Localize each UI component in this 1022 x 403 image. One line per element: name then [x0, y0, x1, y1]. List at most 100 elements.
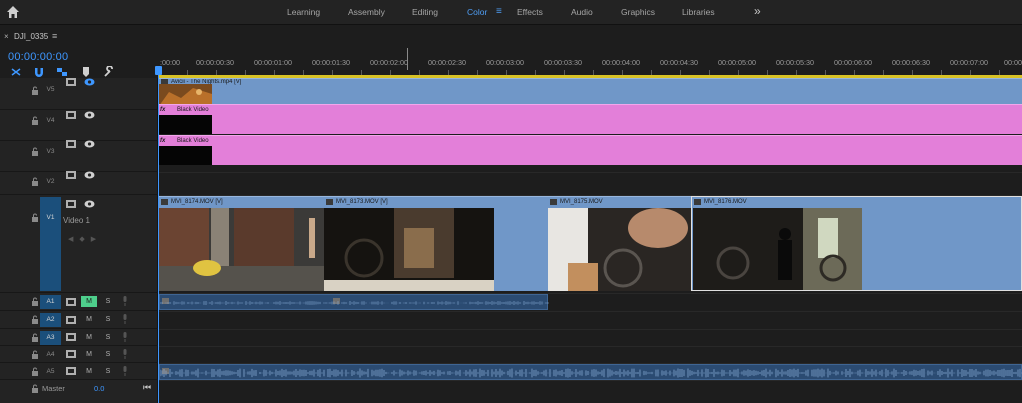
microphone-icon[interactable] [122, 314, 128, 324]
tab-graphics[interactable]: Graphics [621, 7, 655, 17]
audio-sync-icon[interactable] [66, 350, 76, 358]
video-clip[interactable]: MVI_8175.MOV [548, 196, 691, 291]
black-video-clip[interactable]: fx Black Video [159, 104, 1022, 134]
track-id[interactable]: V5 [40, 86, 61, 93]
track-id-targeted[interactable]: V1 [40, 197, 61, 291]
video-clip-gap[interactable] [494, 196, 548, 291]
master-volume-value[interactable]: 0.0 [94, 384, 104, 393]
go-to-end-icon[interactable]: ⏮ [143, 382, 151, 393]
add-marker-icon[interactable] [80, 66, 92, 78]
tab-libraries[interactable]: Libraries [682, 7, 715, 17]
track-header-a3[interactable]: A3 M S [0, 329, 158, 346]
eye-icon[interactable] [84, 78, 95, 86]
mute-button[interactable]: M [81, 314, 97, 325]
track-header-a2[interactable]: A2 M S [0, 311, 158, 329]
film-icon[interactable] [66, 78, 76, 86]
home-icon[interactable] [6, 5, 20, 19]
mute-button[interactable]: M [81, 349, 97, 360]
lock-icon[interactable] [31, 147, 39, 156]
nest-sequence-icon[interactable] [10, 66, 22, 78]
playhead-line[interactable] [158, 68, 159, 403]
linked-selection-icon[interactable] [56, 66, 68, 78]
audio-sync-icon[interactable] [66, 333, 76, 341]
tab-learning[interactable]: Learning [287, 7, 320, 17]
track-id[interactable]: A4 [40, 351, 61, 358]
track-id-targeted[interactable]: A2 [40, 313, 61, 327]
lock-icon[interactable] [31, 297, 39, 306]
playhead-handle[interactable] [155, 66, 162, 75]
track-header-v4[interactable]: V4 [0, 110, 158, 141]
more-workspaces-icon[interactable]: » [754, 4, 761, 18]
audio-sync-icon[interactable] [66, 367, 76, 375]
panel-menu-icon[interactable]: ≡ [52, 31, 57, 41]
mute-button[interactable]: M [81, 296, 97, 307]
track-id-targeted[interactable]: A3 [40, 331, 61, 345]
mute-button[interactable]: M [81, 332, 97, 343]
close-icon[interactable]: × [4, 32, 9, 41]
eye-icon[interactable] [84, 200, 95, 208]
lock-icon[interactable] [31, 350, 39, 359]
ruler-label: 00:00:05:30 [776, 58, 814, 67]
audio-sync-icon[interactable] [66, 298, 76, 306]
audio-clip[interactable] [159, 294, 549, 310]
sequence-tab[interactable]: × DJI_0335 ≡ [0, 27, 160, 47]
solo-button[interactable]: S [100, 314, 116, 325]
audio-sync-icon[interactable] [66, 316, 76, 324]
solo-button[interactable]: S [100, 366, 116, 377]
snap-magnet-icon[interactable] [33, 66, 45, 78]
video-clip[interactable]: MVI_8174.MOV [V] [159, 196, 324, 291]
film-icon[interactable] [66, 111, 76, 119]
lock-icon[interactable] [31, 384, 39, 393]
lock-icon[interactable] [31, 333, 39, 342]
tab-color[interactable]: Color [467, 7, 487, 17]
tab-audio[interactable]: Audio [571, 7, 593, 17]
keyframe-navigation[interactable]: ◀◆▶ [68, 235, 102, 243]
lock-icon[interactable] [31, 315, 39, 324]
solo-button[interactable]: S [100, 296, 116, 307]
mute-button[interactable]: M [81, 366, 97, 377]
video-clip-selected[interactable]: MVI_8176.MOV [691, 196, 1022, 291]
track-header-a1[interactable]: A1 M S [0, 293, 158, 311]
video-clip[interactable]: Avicii - The Nights.mp4 [V] [159, 78, 1022, 105]
black-video-clip[interactable]: fx Black Video [159, 135, 1022, 165]
film-icon[interactable] [66, 140, 76, 148]
workspace-menu-icon[interactable]: ≡ [496, 6, 502, 17]
lock-icon[interactable] [31, 116, 39, 125]
tab-effects[interactable]: Effects [517, 7, 543, 17]
track-id[interactable]: V4 [40, 117, 61, 124]
eye-icon[interactable] [84, 111, 95, 119]
playhead-timecode[interactable]: 00:00:00:00 [8, 51, 68, 63]
tab-assembly[interactable]: Assembly [348, 7, 385, 17]
track-header-a5[interactable]: A5 M S [0, 363, 158, 380]
sequence-name: DJI_0335 [14, 32, 49, 41]
microphone-icon[interactable] [122, 349, 128, 359]
lock-icon[interactable] [31, 367, 39, 376]
solo-button[interactable]: S [100, 332, 116, 343]
lock-icon[interactable] [31, 213, 39, 222]
video-clip[interactable]: MVI_8173.MOV [V] [324, 196, 494, 291]
track-header-v1[interactable]: V1 [0, 195, 158, 293]
solo-button[interactable]: S [100, 349, 116, 360]
eye-icon[interactable] [84, 171, 95, 179]
microphone-icon[interactable] [122, 366, 128, 376]
tab-editing[interactable]: Editing [412, 7, 438, 17]
microphone-icon[interactable] [122, 332, 128, 342]
eye-icon[interactable] [84, 140, 95, 148]
track-id[interactable]: V2 [40, 178, 61, 185]
track-id-targeted[interactable]: A1 [40, 295, 61, 309]
film-icon[interactable] [66, 171, 76, 179]
time-ruler[interactable]: :00:00 00:00:00:30 00:00:01:00 00:00:01:… [158, 48, 1022, 78]
audio-clip[interactable] [159, 364, 1022, 380]
audio-waveform [160, 368, 1022, 378]
track-id[interactable]: V3 [40, 148, 61, 155]
track-id[interactable]: A5 [40, 368, 61, 375]
film-icon[interactable] [66, 200, 76, 208]
track-header-v2[interactable]: V2 [0, 171, 158, 195]
microphone-icon[interactable] [122, 296, 128, 306]
lock-icon[interactable] [31, 86, 39, 95]
track-header-v3[interactable]: V3 [0, 140, 158, 172]
wrench-settings-icon[interactable] [103, 66, 115, 78]
lock-icon[interactable] [31, 177, 39, 186]
track-header-v5[interactable]: V5 [0, 78, 158, 110]
track-header-a4[interactable]: A4 M S [0, 346, 158, 363]
